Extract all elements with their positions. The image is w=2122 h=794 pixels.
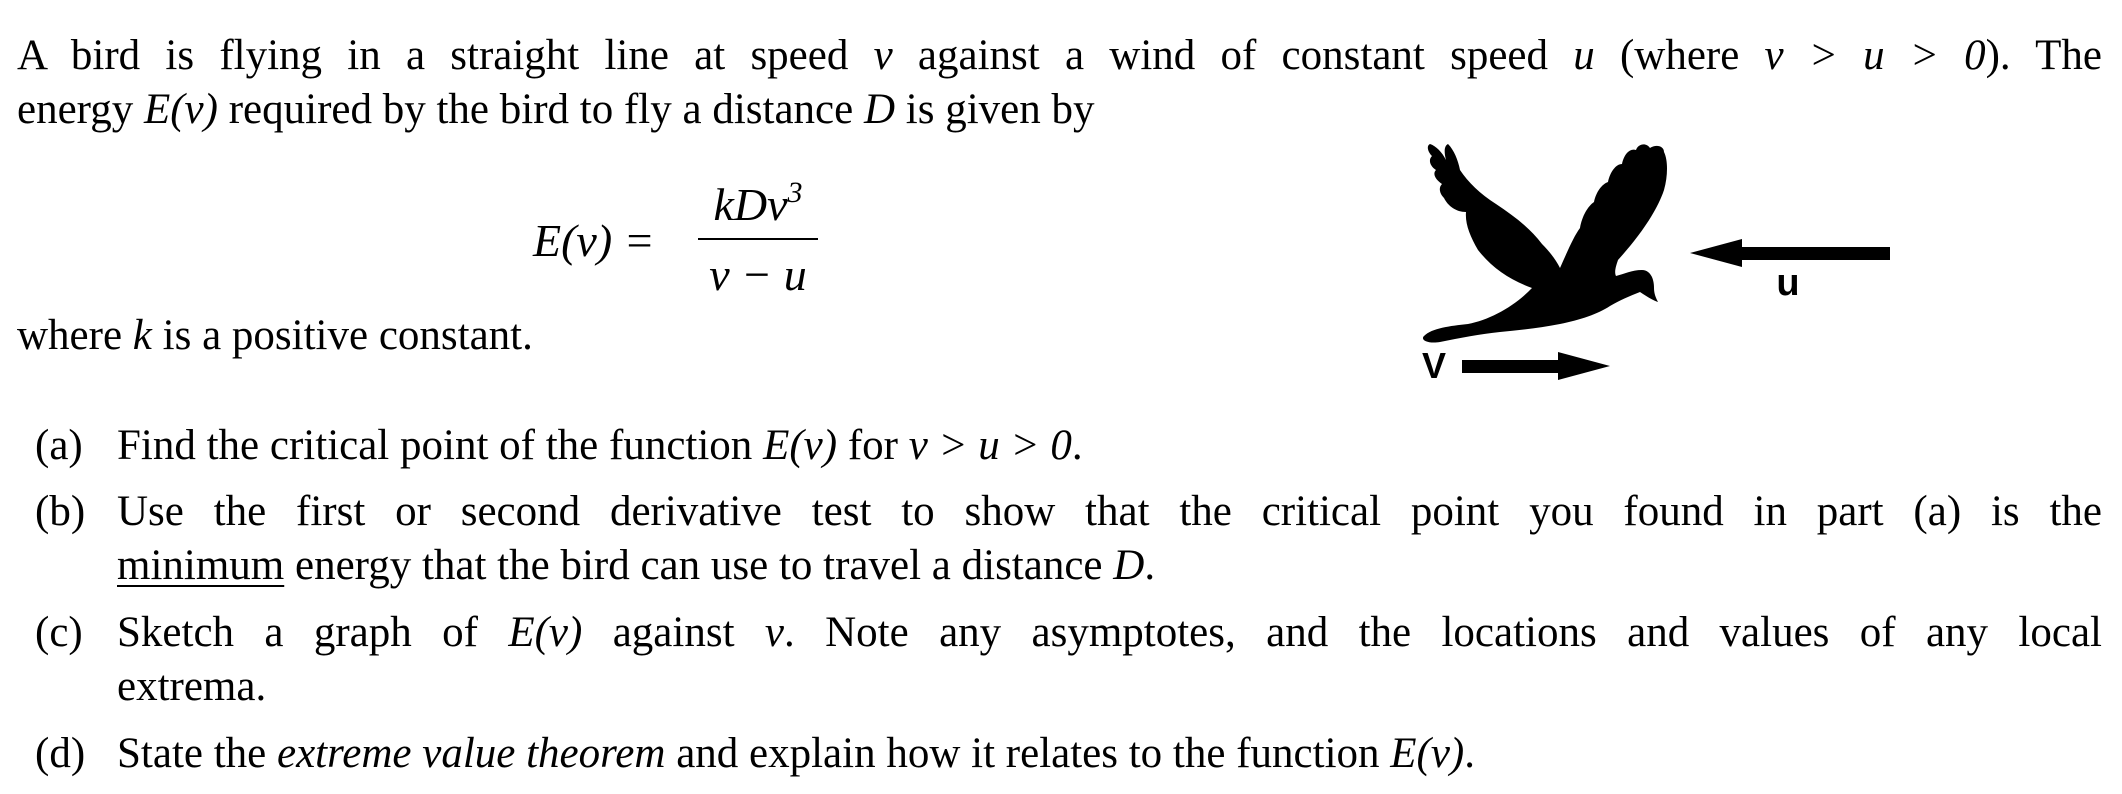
question-label: (b) bbox=[35, 488, 86, 535]
text: . Note any asymptotes, and the locations… bbox=[783, 609, 2102, 656]
question-text: Find the critical point of the function … bbox=[117, 424, 1083, 467]
intro-text: against a wind of constant speed bbox=[892, 32, 1574, 79]
question-label: (a) bbox=[35, 422, 83, 469]
text: Find the critical point of the function bbox=[117, 422, 764, 469]
text: . bbox=[1144, 542, 1156, 589]
text: Sketch a graph of bbox=[117, 609, 509, 656]
wind-label: u bbox=[1776, 262, 1799, 304]
condition: v > u > 0 bbox=[1764, 32, 1986, 79]
question-label: (d) bbox=[35, 730, 86, 777]
text: . bbox=[1464, 730, 1476, 777]
var-v: v bbox=[764, 609, 784, 656]
intro-line-1: A bird is flying in a straight line at s… bbox=[17, 34, 2102, 77]
where-text: where bbox=[17, 312, 133, 359]
intro-text: required by the bird to fly a distance bbox=[217, 86, 864, 133]
condition: v > u > 0 bbox=[908, 422, 1072, 469]
question-text: State the extreme value theorem and expl… bbox=[117, 732, 1475, 775]
function-E: E(v) bbox=[763, 422, 838, 469]
formula-denominator: v − u bbox=[709, 249, 807, 300]
text: and explain how it relates to the functi… bbox=[665, 730, 1391, 777]
var-D: D bbox=[1113, 542, 1145, 589]
numerator-text: kDv bbox=[713, 179, 788, 230]
intro-text: (where bbox=[1594, 32, 1765, 79]
intro-text: energy bbox=[17, 86, 144, 133]
function-E: E(v) bbox=[1390, 730, 1465, 777]
var-v: v bbox=[873, 32, 893, 79]
intro-text: A bird is flying in a straight line at s… bbox=[17, 32, 874, 79]
bird-figure: u V bbox=[1410, 140, 1910, 390]
text: energy that the bird can use to travel a… bbox=[284, 542, 1114, 589]
question-label: (c) bbox=[35, 609, 83, 656]
formula-numerator: kDv3 bbox=[698, 178, 818, 234]
var-k: k bbox=[132, 312, 152, 359]
intro-text: is given by bbox=[895, 86, 1095, 133]
intro-line-2: energy E(v) required by the bird to fly … bbox=[17, 88, 1095, 131]
text: State the bbox=[117, 730, 278, 777]
underlined-word: minimum bbox=[117, 542, 285, 589]
function-E: E(v) bbox=[508, 609, 583, 656]
bird-diagram: u V bbox=[1422, 144, 1890, 386]
var-D: D bbox=[863, 86, 896, 133]
text: against bbox=[582, 609, 765, 656]
intro-text: ). The bbox=[1985, 32, 2102, 79]
constant-note: where k is a positive constant. bbox=[17, 314, 533, 357]
velocity-arrow-icon bbox=[1462, 352, 1610, 380]
var-u: u bbox=[1573, 32, 1595, 79]
question-text-line-1: Use the first or second derivative test … bbox=[117, 488, 2102, 535]
text: . bbox=[1071, 422, 1083, 469]
function-E: E(v) bbox=[143, 86, 218, 133]
formula-lhs: E(v) = bbox=[533, 215, 655, 266]
formula-fraction: kDv3 v − u bbox=[698, 178, 818, 301]
text: for bbox=[837, 422, 909, 469]
question-text-line-1: Sketch a graph of E(v) against v. Note a… bbox=[117, 611, 2102, 654]
numerator-exponent: 3 bbox=[787, 176, 803, 209]
velocity-label: V bbox=[1422, 345, 1446, 386]
where-text: is a positive constant. bbox=[151, 312, 533, 359]
question-text-line-2: extrema. bbox=[117, 663, 267, 710]
bird-silhouette-icon bbox=[1422, 144, 1667, 343]
emphasized-term: extreme value theorem bbox=[277, 730, 666, 777]
fraction-bar bbox=[698, 238, 818, 240]
question-text-line-2: minimum energy that the bird can use to … bbox=[117, 544, 1155, 587]
